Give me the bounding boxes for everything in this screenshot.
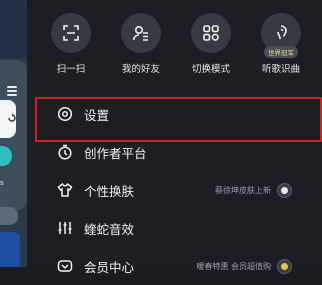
background-app-text: s xyxy=(0,179,4,187)
skin-avatar-icon xyxy=(277,182,292,198)
settings-highlight-box xyxy=(35,97,322,142)
member-promo[interactable]: 暖春特惠 会员超值购 xyxy=(196,247,292,285)
menu-item-skin[interactable]: 个性换肤 蔡徐坤皮肤上新 xyxy=(27,171,322,209)
menu-item-label: 蝰蛇音效 xyxy=(84,221,135,237)
background-app-header xyxy=(0,0,27,58)
quick-action-label: 切换模式 xyxy=(191,64,230,75)
quick-action-label: 我的好友 xyxy=(121,64,160,75)
music-recognition-icon xyxy=(277,25,287,40)
hamburger-menu-icon[interactable] xyxy=(7,86,17,96)
quick-action-label: 扫一扫 xyxy=(56,64,86,75)
switch-mode-icon xyxy=(203,25,219,41)
menu-item-sound-effect[interactable]: 蝰蛇音效 xyxy=(27,209,322,247)
quick-action-friends[interactable]: 我的好友 xyxy=(105,13,177,75)
friends-icon xyxy=(132,25,148,41)
menu-item-label: 会员中心 xyxy=(84,259,135,275)
quick-action-scan[interactable]: 扫一扫 xyxy=(35,13,107,75)
background-refresh-icon xyxy=(8,113,16,122)
sound-effect-icon xyxy=(57,220,73,236)
world-champion-badge: 世界冠军 xyxy=(264,46,298,58)
background-app-strip: s xyxy=(0,0,27,267)
background-app-tile xyxy=(0,207,18,225)
menu-item-member-center[interactable]: 会员中心 暖春特惠 会员超值购 xyxy=(27,247,322,285)
skin-promo-text: 蔡徐坤皮肤上新 xyxy=(215,185,271,195)
creator-platform-icon xyxy=(57,144,73,160)
skin-promo[interactable]: 蔡徐坤皮肤上新 xyxy=(215,171,292,209)
background-app-thumbnail xyxy=(0,232,20,267)
quick-action-music-recognition[interactable]: 世界冠军 听歌识曲 xyxy=(245,13,317,75)
switch-mode-button[interactable] xyxy=(191,13,231,53)
music-recognition-button[interactable]: 世界冠军 xyxy=(261,13,301,58)
scan-button[interactable] xyxy=(51,13,91,53)
quick-action-switch-mode[interactable]: 切换模式 xyxy=(175,13,247,75)
quick-actions-row: 扫一扫 我的好友 切换模式 世界冠军 听歌识曲 xyxy=(27,13,322,83)
scan-icon xyxy=(63,25,79,41)
friends-button[interactable] xyxy=(121,13,161,53)
member-badge-icon xyxy=(277,258,292,274)
member-center-icon xyxy=(57,258,73,274)
member-promo-text: 暖春特惠 会员超值购 xyxy=(196,261,271,271)
skin-icon xyxy=(57,182,73,198)
quick-action-label: 听歌识曲 xyxy=(261,64,300,75)
menu-item-label: 个性换肤 xyxy=(84,183,135,199)
menu-item-label: 创作者平台 xyxy=(84,145,147,161)
